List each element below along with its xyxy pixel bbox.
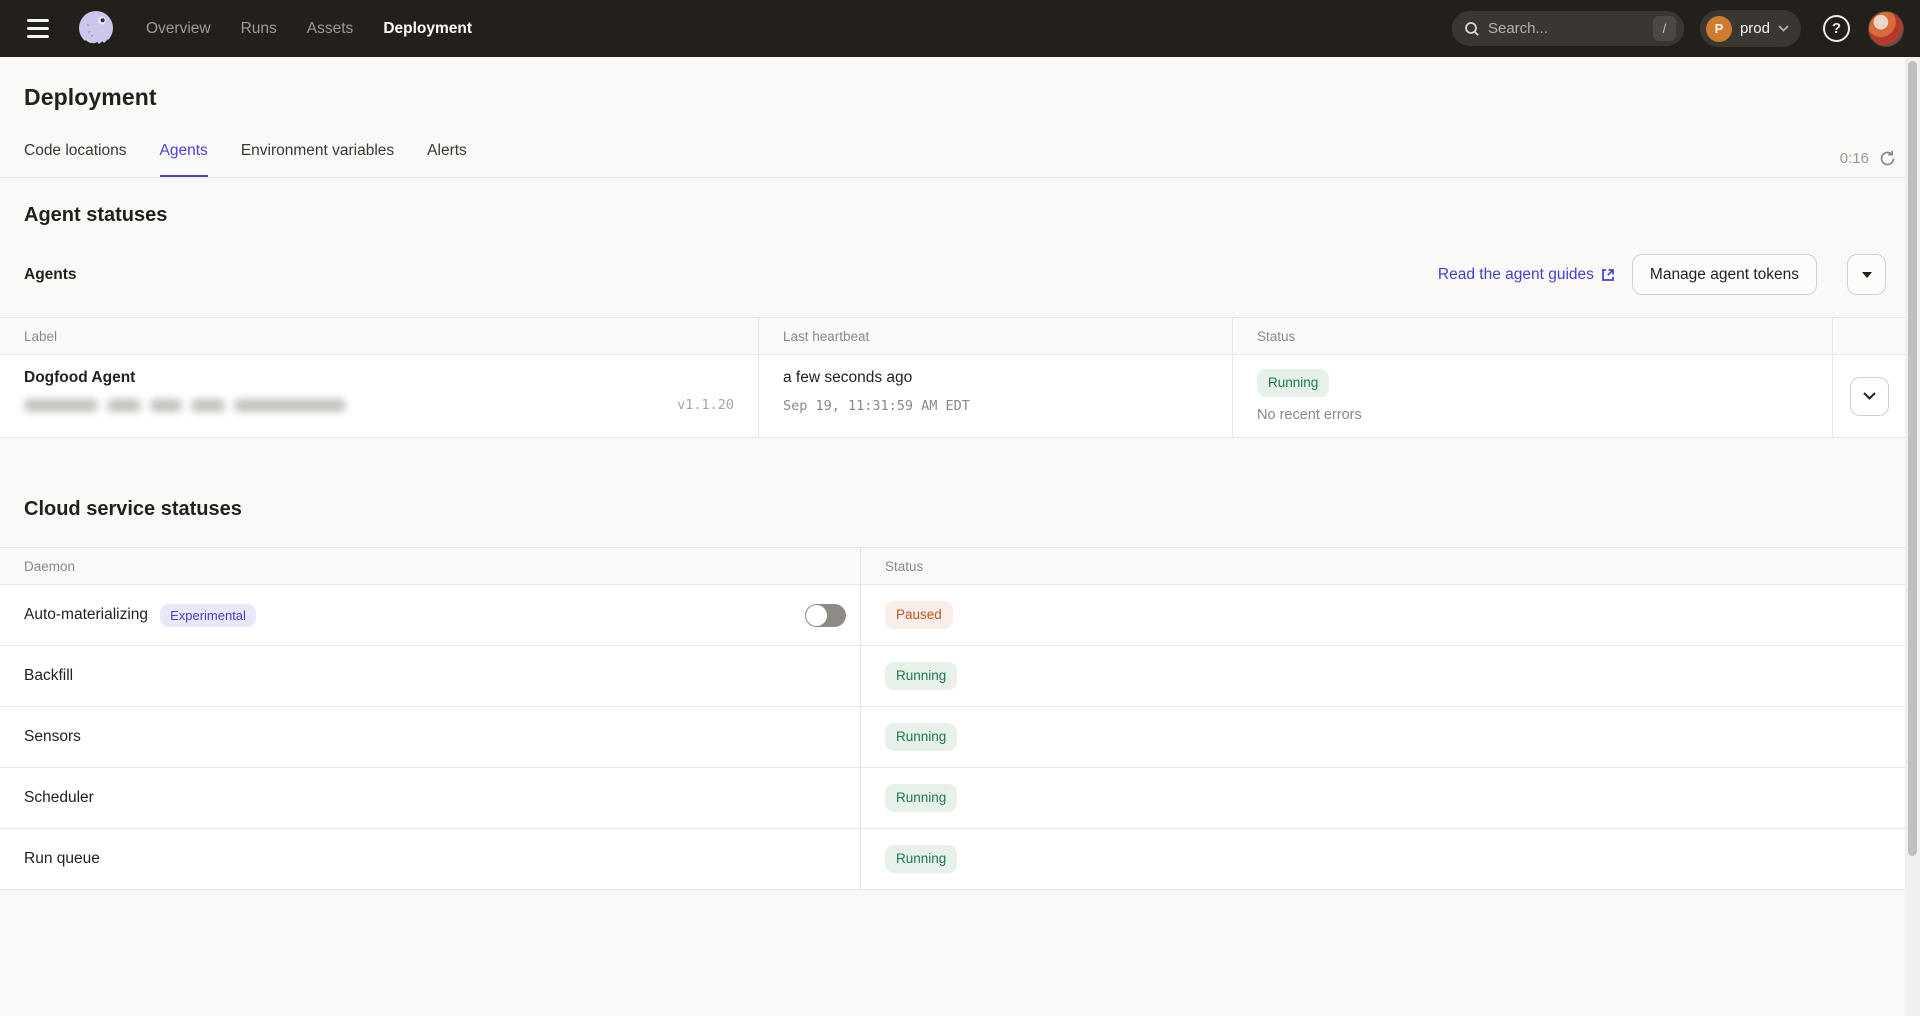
daemon-status-badge: Paused xyxy=(885,601,953,629)
agent-name: Dogfood Agent xyxy=(24,369,734,387)
dagster-octopus-icon xyxy=(75,8,117,50)
daemon-name: Run queue xyxy=(24,850,100,868)
agent-expand-button[interactable] xyxy=(1850,377,1889,416)
primary-nav: Overview Runs Assets Deployment xyxy=(146,20,472,38)
agent-heartbeat-cell: a few seconds ago Sep 19, 11:31:59 AM ED… xyxy=(759,355,1233,437)
agent-status-cell: Running No recent errors xyxy=(1233,355,1833,437)
user-avatar[interactable] xyxy=(1868,11,1904,47)
org-avatar: P xyxy=(1706,16,1732,42)
redacted-agent-id xyxy=(24,399,346,412)
col-expand xyxy=(1833,318,1905,354)
help-icon[interactable]: ? xyxy=(1823,15,1850,42)
nav-deployment[interactable]: Deployment xyxy=(383,20,472,38)
col-last-heartbeat: Last heartbeat xyxy=(759,318,1233,354)
tab-agents[interactable]: Agents xyxy=(160,142,208,177)
heartbeat-relative: a few seconds ago xyxy=(783,369,1208,387)
external-link-icon xyxy=(1601,268,1615,282)
cloud-service-row: Sensors Running xyxy=(0,707,1905,768)
scrollbar-thumb[interactable] xyxy=(1908,61,1917,856)
agent-tokens-menu-button[interactable] xyxy=(1847,254,1886,295)
nav-assets[interactable]: Assets xyxy=(307,20,354,38)
search-input[interactable] xyxy=(1488,20,1628,37)
cloud-services-table: Daemon Status Auto-materializing Experim… xyxy=(0,547,1905,890)
daemon-name: Sensors xyxy=(24,728,81,746)
caret-down-icon xyxy=(1862,272,1872,278)
daemon-name: Auto-materializing xyxy=(24,606,148,624)
refresh-countdown: 0:16 xyxy=(1840,150,1869,167)
tabs-row: Code locations Agents Environment variab… xyxy=(0,142,1920,178)
experimental-badge: Experimental xyxy=(160,604,256,627)
heartbeat-timestamp: Sep 19, 11:31:59 AM EDT xyxy=(783,398,1208,414)
agent-guides-link-label: Read the agent guides xyxy=(1438,266,1594,284)
top-navigation-bar: Overview Runs Assets Deployment / P prod… xyxy=(0,0,1920,57)
tab-code-locations[interactable]: Code locations xyxy=(24,142,127,177)
nav-overview[interactable]: Overview xyxy=(146,20,211,38)
agents-table: Label Last heartbeat Status Dogfood Agen… xyxy=(0,317,1905,438)
col-daemon-status: Status xyxy=(861,548,1905,584)
vertical-scrollbar[interactable] xyxy=(1905,57,1920,1016)
agent-expand-cell xyxy=(1833,355,1905,437)
cloud-service-row: Auto-materializing Experimental Paused xyxy=(0,585,1905,646)
daemon-name: Scheduler xyxy=(24,789,94,807)
page-title: Deployment xyxy=(24,84,1920,111)
hamburger-menu-icon[interactable] xyxy=(18,9,58,49)
agents-toolbar: Agents Read the agent guides Manage agen… xyxy=(0,254,1920,295)
cloud-service-statuses-heading: Cloud service statuses xyxy=(24,498,1920,521)
cloud-service-row: Backfill Running xyxy=(0,646,1905,707)
manage-agent-tokens-button[interactable]: Manage agent tokens xyxy=(1632,254,1817,295)
cloud-service-row: Scheduler Running xyxy=(0,768,1905,829)
col-label: Label xyxy=(0,318,759,354)
agents-table-header: Label Last heartbeat Status xyxy=(0,318,1905,355)
cloud-service-row: Run queue Running xyxy=(0,829,1905,890)
col-daemon: Daemon xyxy=(0,548,861,584)
toggle-knob xyxy=(806,605,827,626)
org-name: prod xyxy=(1740,20,1770,37)
agent-status-note: No recent errors xyxy=(1257,407,1808,423)
search-shortcut-key: / xyxy=(1653,16,1676,41)
search-icon xyxy=(1464,21,1480,37)
cloud-table-body: Auto-materializing Experimental Paused B… xyxy=(0,585,1905,890)
nav-runs[interactable]: Runs xyxy=(241,20,277,38)
agent-guides-link[interactable]: Read the agent guides xyxy=(1438,266,1615,284)
daemon-status-badge: Running xyxy=(885,662,957,690)
agent-row: Dogfood Agent v1.1.20 a few seconds ago … xyxy=(0,355,1905,438)
chevron-down-icon xyxy=(1778,25,1789,32)
agent-version: v1.1.20 xyxy=(677,397,734,413)
chevron-down-icon xyxy=(1863,392,1876,400)
auto-materialize-toggle[interactable] xyxy=(805,604,846,627)
refresh-icon[interactable] xyxy=(1879,150,1896,167)
org-switcher[interactable]: P prod xyxy=(1700,10,1801,47)
cloud-table-header: Daemon Status xyxy=(0,548,1905,585)
dagster-logo[interactable] xyxy=(74,7,118,51)
agent-label-cell: Dogfood Agent v1.1.20 xyxy=(0,355,759,437)
daemon-status-badge: Running xyxy=(885,845,957,873)
search-box[interactable]: / xyxy=(1452,11,1684,46)
daemon-status-badge: Running xyxy=(885,784,957,812)
col-status: Status xyxy=(1233,318,1833,354)
agent-statuses-heading: Agent statuses xyxy=(24,204,1920,227)
daemon-status-badge: Running xyxy=(885,723,957,751)
tab-alerts[interactable]: Alerts xyxy=(427,142,467,177)
daemon-name: Backfill xyxy=(24,667,73,685)
tab-environment-variables[interactable]: Environment variables xyxy=(241,142,394,177)
agent-status-badge: Running xyxy=(1257,369,1329,397)
agents-subheading: Agents xyxy=(24,266,77,284)
